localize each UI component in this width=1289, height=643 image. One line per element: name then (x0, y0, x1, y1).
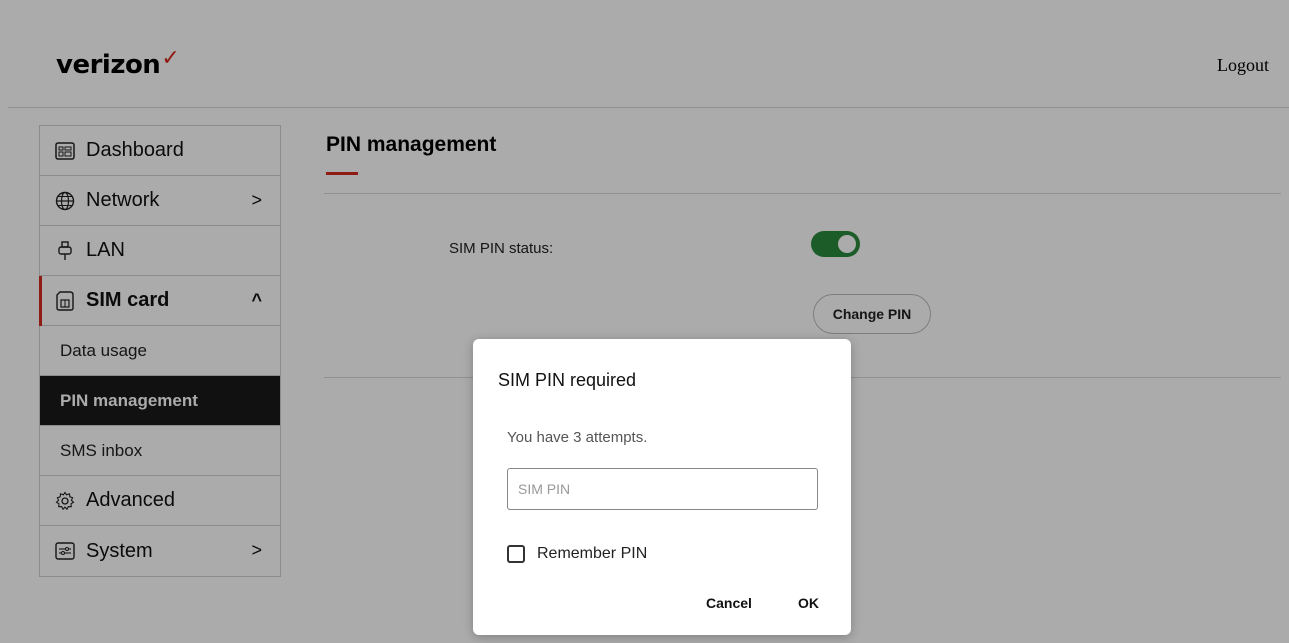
cancel-button[interactable]: Cancel (706, 595, 752, 611)
sim-pin-input[interactable] (507, 468, 818, 510)
dialog-title: SIM PIN required (498, 370, 637, 390)
remember-pin-checkbox-row[interactable]: Remember PIN (507, 545, 647, 563)
sim-pin-dialog: SIM PIN required You have 3 attempts. Re… (473, 339, 851, 635)
attempts-message: You have 3 attempts. (507, 429, 648, 446)
remember-pin-label: Remember PIN (537, 545, 648, 562)
ok-button[interactable]: OK (798, 595, 819, 611)
remember-pin-checkbox[interactable] (507, 545, 525, 563)
